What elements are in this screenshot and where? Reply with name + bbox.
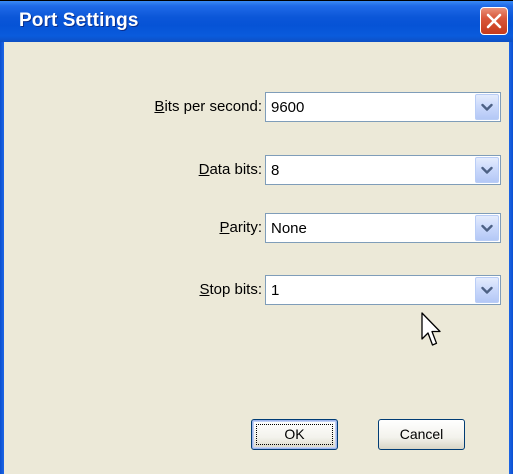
window-frame-right — [509, 42, 513, 474]
stop-bits-select[interactable]: 1 — [265, 275, 501, 305]
bits-per-second-label: Bits per second: — [154, 98, 262, 115]
bits-per-second-row: Bits per second: 9600 — [4, 92, 509, 122]
mouse-pointer-icon — [421, 312, 441, 346]
label-text: top bits: — [209, 281, 262, 298]
parity-label: Parity: — [219, 219, 262, 236]
data-bits-select[interactable]: 8 — [265, 155, 501, 185]
label-text: ata bits: — [209, 161, 262, 178]
data-bits-row: Data bits: 8 — [4, 155, 509, 185]
label-text: arity: — [229, 219, 262, 236]
cancel-button-label: Cancel — [399, 426, 444, 442]
accelerator-key: S — [199, 281, 210, 298]
chevron-down-icon — [481, 166, 493, 174]
dialog-title: Port Settings — [19, 10, 139, 31]
stop-bits-row: Stop bits: 1 — [4, 275, 509, 305]
selected-value: None — [271, 220, 307, 237]
ok-button-label: OK — [284, 426, 305, 442]
label-text: its per second: — [164, 98, 262, 115]
accelerator-key: B — [154, 98, 165, 115]
title-bar[interactable]: Port Settings — [0, 1, 513, 42]
bits-per-second-select[interactable]: 9600 — [265, 92, 501, 122]
dropdown-button[interactable] — [475, 277, 499, 303]
stop-bits-label: Stop bits: — [199, 281, 262, 298]
close-button[interactable] — [480, 7, 508, 35]
data-bits-label: Data bits: — [199, 161, 262, 178]
ok-button[interactable]: OK — [251, 419, 338, 450]
cancel-button[interactable]: Cancel — [378, 419, 465, 450]
selected-value: 1 — [271, 282, 280, 299]
dropdown-button[interactable] — [475, 157, 499, 183]
close-icon — [486, 13, 502, 29]
selected-value: 8 — [271, 162, 280, 179]
selected-value: 9600 — [271, 99, 305, 116]
dialog-body: Bits per second: 9600 Data bits: 8 Parit… — [4, 42, 509, 474]
parity-select[interactable]: None — [265, 213, 501, 243]
parity-row: Parity: None — [4, 213, 509, 243]
chevron-down-icon — [481, 224, 493, 232]
chevron-down-icon — [481, 286, 493, 294]
chevron-down-icon — [481, 103, 493, 111]
accelerator-key: P — [219, 219, 230, 236]
dropdown-button[interactable] — [475, 215, 499, 241]
port-settings-dialog: Port Settings Bits per second: 9600 Data… — [0, 0, 513, 474]
dropdown-button[interactable] — [475, 94, 499, 120]
accelerator-key: D — [198, 161, 210, 178]
